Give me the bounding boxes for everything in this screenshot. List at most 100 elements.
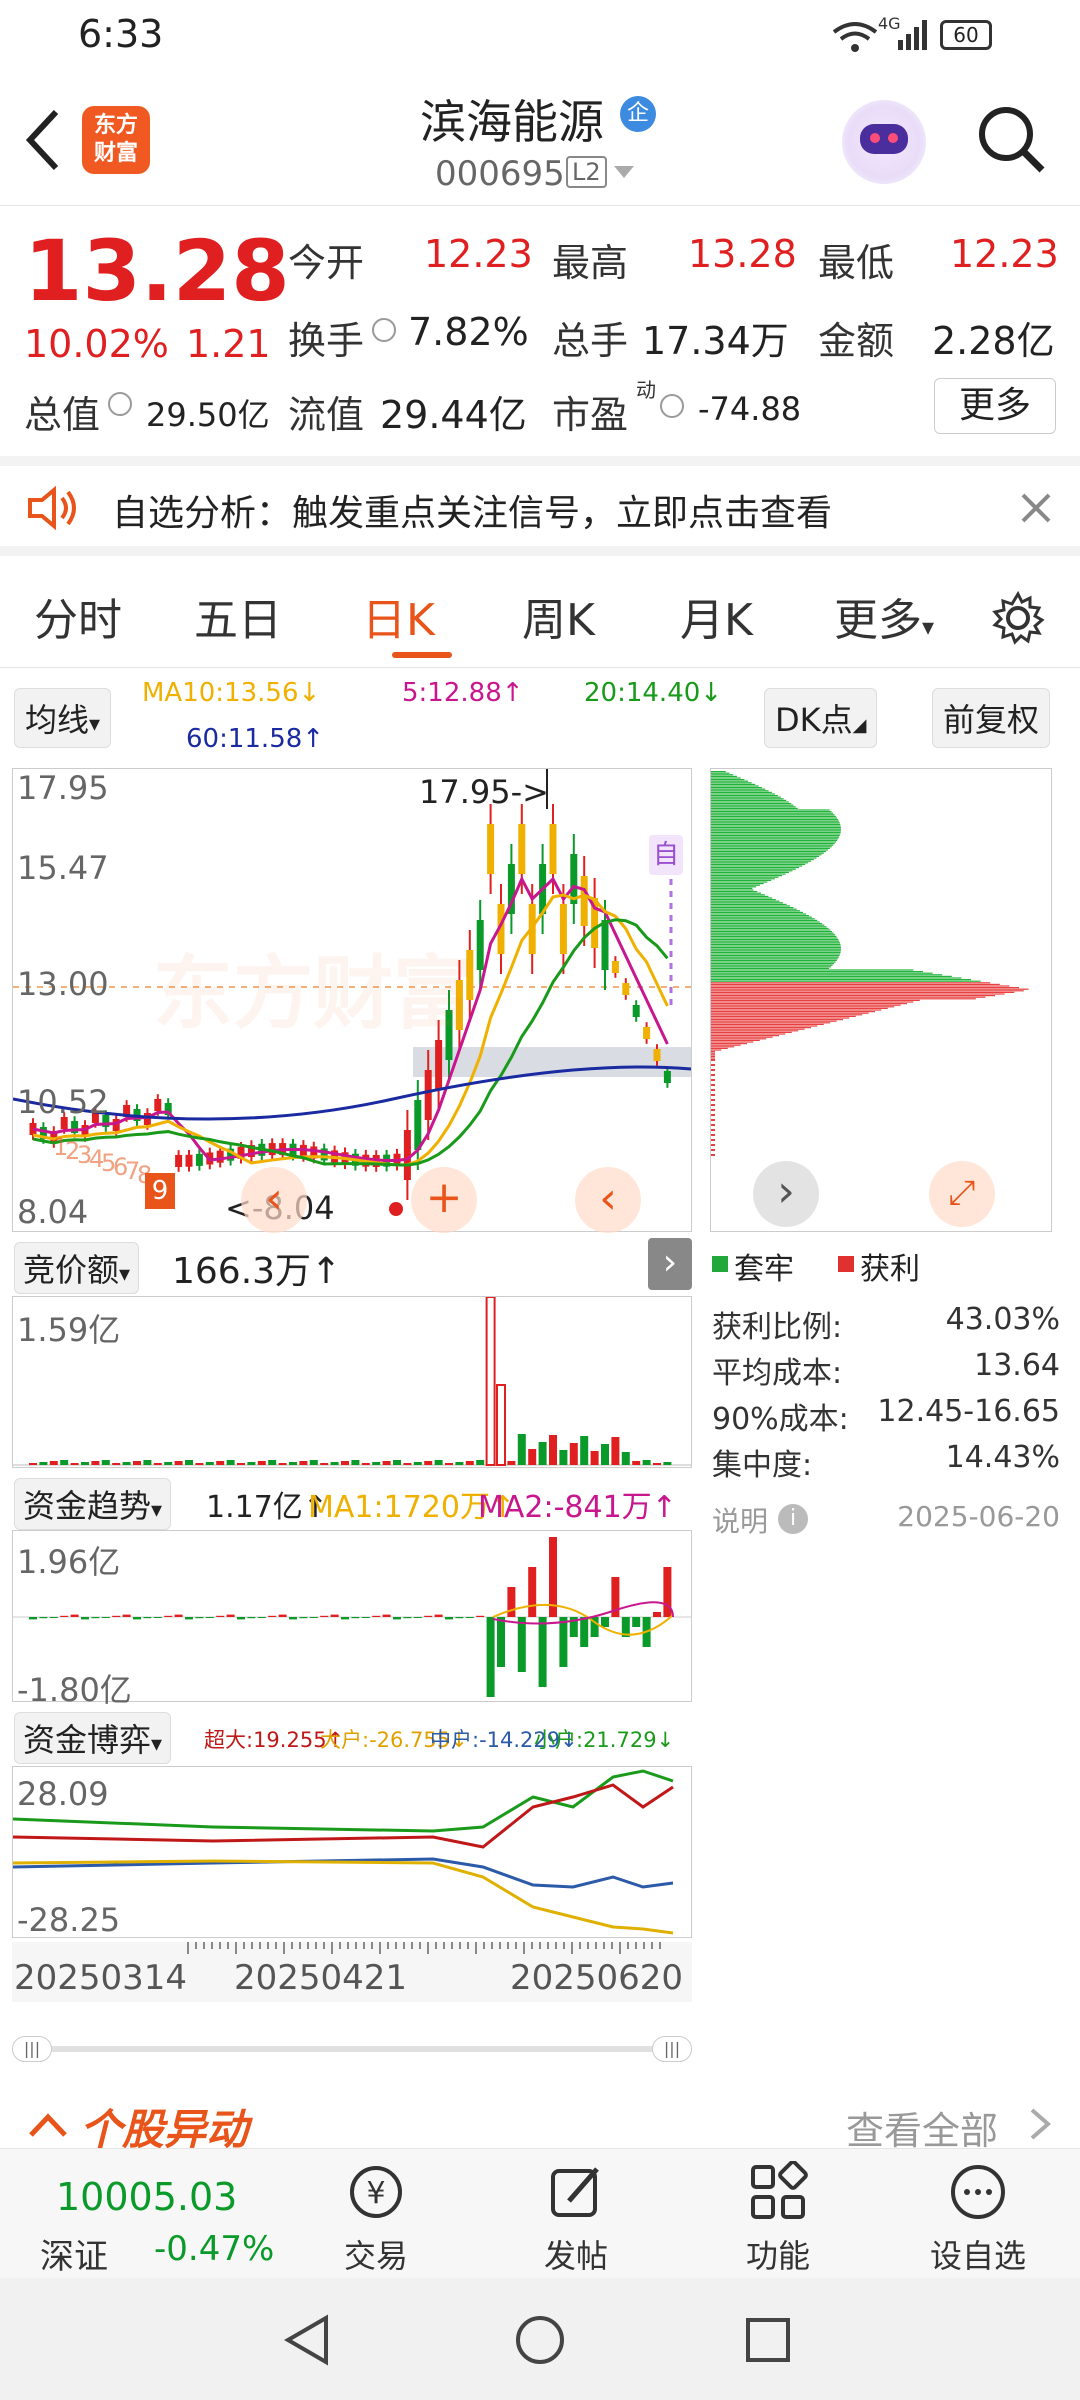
robot-assistant-icon[interactable] bbox=[842, 100, 926, 184]
post-button[interactable]: 发帖 bbox=[516, 2161, 636, 2277]
range-slider[interactable]: ||| ||| bbox=[12, 2034, 692, 2064]
level-badge[interactable]: L2 bbox=[566, 156, 607, 188]
chip-bar bbox=[711, 791, 772, 793]
game-y-max: 28.09 bbox=[17, 1775, 109, 1813]
tab-daily-k[interactable]: 日K bbox=[362, 584, 435, 648]
ma-selector-button[interactable]: 均线▾ bbox=[14, 688, 112, 748]
chip-bar bbox=[711, 1020, 837, 1022]
self-select-tag[interactable]: 自 bbox=[649, 835, 683, 875]
chip-bar bbox=[711, 985, 1010, 987]
info-icon[interactable] bbox=[372, 318, 396, 342]
prev-chevron-icon[interactable]: ‹ bbox=[241, 1167, 307, 1233]
fund-bar bbox=[309, 1617, 318, 1618]
signal-icon bbox=[898, 20, 927, 50]
back-triangle-icon[interactable] bbox=[282, 2314, 332, 2366]
fund-header: 资金趋势▾ 1.17亿↑ MA1:1720万↑ MA2:-841万↑ bbox=[12, 1472, 692, 1530]
bid-bar bbox=[164, 1462, 173, 1465]
bid-bar bbox=[559, 1450, 568, 1465]
fund-bar bbox=[29, 1617, 37, 1620]
bid-bar bbox=[81, 1462, 89, 1465]
chip-bar bbox=[711, 783, 756, 785]
bid-chart[interactable]: 1.59亿 bbox=[12, 1296, 692, 1468]
bid-bar bbox=[309, 1460, 318, 1465]
chip-distribution-chart[interactable]: › ⤢ bbox=[710, 768, 1052, 1232]
info-icon[interactable]: i bbox=[778, 1504, 808, 1534]
home-circle-icon[interactable] bbox=[514, 2314, 566, 2366]
info-icon[interactable] bbox=[660, 394, 684, 418]
chip-bar bbox=[711, 807, 798, 809]
bid-bar bbox=[507, 1461, 516, 1465]
chip-bar bbox=[711, 822, 840, 824]
index-name[interactable]: 深证 bbox=[40, 2229, 108, 2278]
tab-monthly-k[interactable]: 月K bbox=[680, 584, 753, 648]
tab-weekly-k[interactable]: 周K bbox=[522, 584, 595, 648]
slider-right-handle[interactable]: ||| bbox=[652, 2036, 692, 2062]
app-logo[interactable]: 东方 财富 bbox=[82, 106, 150, 174]
bid-y-max: 1.59亿 bbox=[17, 1311, 121, 1349]
view-all-link[interactable]: 查看全部 bbox=[846, 2100, 998, 2148]
back-icon[interactable] bbox=[22, 108, 62, 172]
tab-more[interactable]: 更多▾ bbox=[834, 584, 934, 648]
fund-bar bbox=[247, 1617, 256, 1619]
tab-intraday[interactable]: 分时 bbox=[34, 584, 122, 648]
bid-bar bbox=[528, 1449, 537, 1465]
game-selector-button[interactable]: 资金博弈▾ bbox=[14, 1712, 172, 1764]
candle-body bbox=[435, 1040, 443, 1090]
chip-bar bbox=[711, 812, 834, 814]
slider-left-handle[interactable]: ||| bbox=[12, 2036, 52, 2062]
bid-bar bbox=[413, 1462, 422, 1465]
date-label: 20250314 bbox=[14, 1958, 188, 1998]
chip-bar bbox=[711, 1001, 914, 1003]
bid-bar bbox=[445, 1463, 453, 1465]
signal-banner[interactable]: 自选分析：触发重点关注信号，立即点击查看 bbox=[0, 456, 1080, 556]
kline-chart[interactable]: 12345678 东方财富 17.95 15.47 13.00 10.52 8.… bbox=[12, 768, 692, 1233]
index-change[interactable]: -0.47% bbox=[154, 2229, 274, 2269]
adjust-price-button[interactable]: 前复权 bbox=[932, 688, 1051, 748]
fund-selector-label: 资金趋势 bbox=[23, 1487, 152, 1525]
dk-point-button[interactable]: DK点◢ bbox=[764, 688, 878, 748]
candle-body bbox=[653, 1049, 661, 1061]
bid-bar bbox=[663, 1462, 672, 1465]
functions-button[interactable]: 功能 bbox=[718, 2160, 838, 2277]
settings-gear-icon[interactable] bbox=[990, 590, 1046, 646]
add-icon[interactable]: + bbox=[411, 1167, 477, 1233]
add-watchlist-button[interactable]: 设自选 bbox=[918, 2161, 1038, 2277]
recents-square-icon[interactable] bbox=[744, 2316, 792, 2364]
tab-five-day[interactable]: 五日 bbox=[194, 584, 282, 648]
fund-selector-button[interactable]: 资金趋势▾ bbox=[14, 1478, 172, 1530]
candle-body bbox=[622, 983, 630, 995]
info-icon[interactable] bbox=[108, 392, 132, 416]
chevron-right-icon[interactable] bbox=[1028, 2106, 1052, 2142]
more-quote-button[interactable]: 更多 bbox=[934, 378, 1056, 434]
fund-bar bbox=[476, 1615, 485, 1617]
chip-note-label[interactable]: 说明 bbox=[712, 1500, 768, 1540]
expand-icon[interactable]: ⤢ bbox=[929, 1161, 995, 1227]
bid-bar bbox=[361, 1463, 370, 1465]
bid-bar bbox=[465, 1461, 474, 1465]
quote-panel: 13.28 10.02% 1.21 今开 12.23 最高 13.28 最低 1… bbox=[0, 206, 1080, 456]
game-chart[interactable]: 28.09 -28.25 bbox=[12, 1766, 692, 1939]
super-large-line bbox=[13, 1783, 674, 1849]
search-icon[interactable] bbox=[976, 104, 1048, 176]
chevron-down-icon[interactable] bbox=[614, 166, 634, 180]
fund-bar bbox=[49, 1617, 58, 1618]
chevron-up-icon[interactable] bbox=[28, 2112, 68, 2138]
chevron-left-icon[interactable]: ‹ bbox=[575, 1167, 641, 1233]
bid-selector-button[interactable]: 竞价额▾ bbox=[14, 1242, 140, 1294]
chip-bar bbox=[711, 956, 839, 958]
index-value[interactable]: 10005.03 bbox=[56, 2175, 237, 2219]
chip-bar bbox=[711, 918, 815, 920]
trade-button[interactable]: ¥ 交易 bbox=[316, 2161, 436, 2277]
chip-bar bbox=[711, 1059, 715, 1061]
bid-bar bbox=[133, 1461, 141, 1465]
expand-right-icon[interactable]: › bbox=[648, 1238, 692, 1290]
fund-bar bbox=[393, 1617, 401, 1620]
bid-bar bbox=[247, 1462, 256, 1465]
candle-body bbox=[601, 920, 609, 970]
chevron-right-icon[interactable]: › bbox=[753, 1161, 819, 1227]
y-axis-3: 13.00 bbox=[17, 965, 109, 1003]
chip-bar bbox=[711, 867, 800, 869]
fund-chart[interactable]: 1.96亿 -1.80亿 bbox=[12, 1530, 692, 1709]
chip-bar bbox=[711, 895, 769, 897]
close-icon[interactable] bbox=[1020, 492, 1052, 524]
